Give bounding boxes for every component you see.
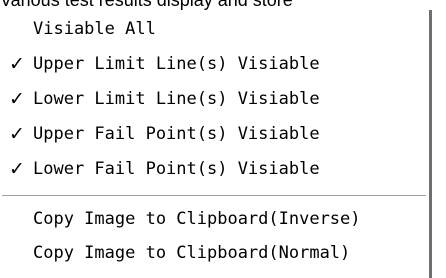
menu-item-visiable-all[interactable]: Visiable All (0, 12, 429, 46)
menu-item-lower-limit-lines[interactable]: ✓ Lower Limit Line(s) Visiable (0, 82, 429, 116)
menu-item-copy-inverse[interactable]: Copy Image to Clipboard(Inverse) (0, 202, 429, 236)
menu-item-label: Copy Image to Clipboard(Inverse) (33, 209, 361, 229)
context-menu: Visiable All ✓ Upper Limit Line(s) Visia… (0, 10, 432, 278)
menu-item-upper-fail-points[interactable]: ✓ Upper Fail Point(s) Visiable (0, 117, 429, 151)
menu-separator (2, 195, 426, 197)
menu-item-lower-fail-points[interactable]: ✓ Lower Fail Point(s) Visiable (0, 152, 429, 186)
menu-item-label: Upper Fail Point(s) Visiable (33, 124, 320, 144)
menu-item-label: Visiable All (33, 19, 156, 39)
checkmark-icon: ✓ (9, 123, 25, 145)
menu-item-copy-normal[interactable]: Copy Image to Clipboard(Normal) (0, 236, 429, 270)
menu-item-label: Lower Limit Line(s) Visiable (33, 89, 320, 109)
menu-item-upper-limit-lines[interactable]: ✓ Upper Limit Line(s) Visiable (0, 47, 429, 81)
screenshot-page: Various test results display and store V… (0, 0, 446, 278)
checkmark-icon: ✓ (9, 158, 25, 180)
menu-item-label: Lower Fail Point(s) Visiable (33, 159, 320, 179)
checkmark-icon: ✓ (9, 53, 25, 75)
menu-item-label: Upper Limit Line(s) Visiable (33, 54, 320, 74)
menu-item-label: Copy Image to Clipboard(Normal) (33, 243, 351, 263)
checkmark-icon: ✓ (9, 88, 25, 110)
